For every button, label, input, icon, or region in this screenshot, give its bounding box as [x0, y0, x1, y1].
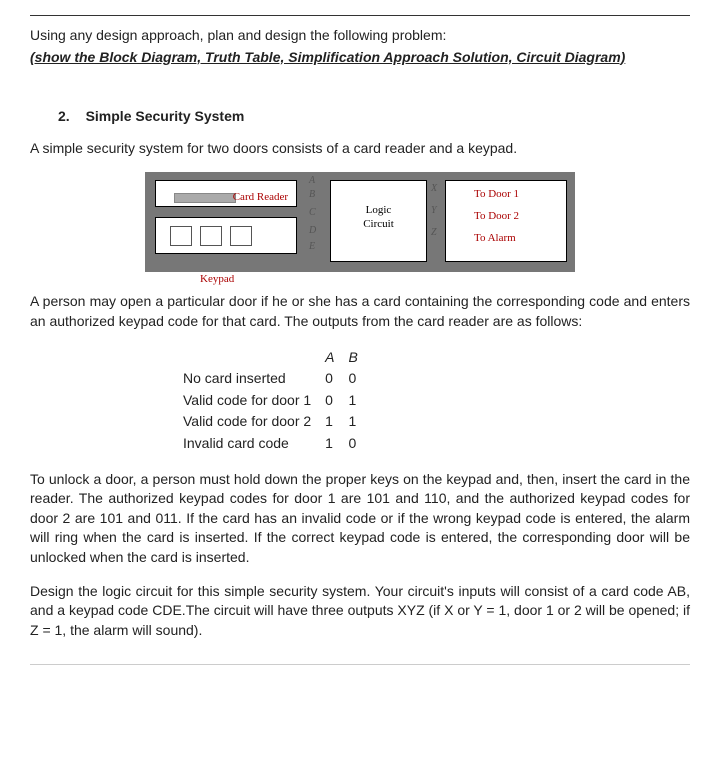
cell: 1 — [319, 412, 340, 432]
card-reader-box: Card Reader — [155, 180, 297, 207]
table-row: Invalid card code 1 0 — [177, 434, 364, 454]
table-row: A B — [177, 348, 364, 368]
key-icon — [170, 226, 192, 246]
cell: 0 — [343, 434, 364, 454]
output-alarm: To Alarm — [474, 231, 516, 246]
signal-X: X — [431, 182, 437, 196]
signal-B: B — [309, 188, 315, 202]
key-icon — [200, 226, 222, 246]
signal-C: C — [309, 206, 316, 220]
row-label: Valid code for door 2 — [177, 412, 317, 432]
intro-sentence: A simple security system for two doors c… — [30, 139, 690, 159]
row-label: Invalid card code — [177, 434, 317, 454]
cell: 1 — [343, 391, 364, 411]
keypad-label: Keypad — [200, 272, 234, 287]
paragraph-unlock: To unlock a door, a person must hold dow… — [30, 470, 690, 568]
table-row: No card inserted 0 0 — [177, 369, 364, 389]
cell: 0 — [319, 391, 340, 411]
block-diagram: Card Reader Keypad A B C D E Logic Circu… — [145, 172, 575, 272]
cell: 0 — [319, 369, 340, 389]
card-reader-label: Card Reader — [233, 185, 288, 210]
output-door1: To Door 1 — [474, 187, 519, 202]
logic-label-2: Circuit — [331, 217, 426, 232]
prompt-line-1: Using any design approach, plan and desi… — [30, 26, 690, 46]
card-slot-icon — [174, 193, 236, 203]
table-row: Valid code for door 2 1 1 — [177, 412, 364, 432]
paragraph-after-diagram: A person may open a particular door if h… — [30, 292, 690, 331]
paragraph-design: Design the logic circuit for this simple… — [30, 582, 690, 641]
key-icon — [230, 226, 252, 246]
section-heading: 2. Simple Security System — [30, 107, 690, 127]
col-B: B — [343, 348, 364, 368]
cell: 1 — [343, 412, 364, 432]
output-box: To Door 1 To Door 2 To Alarm — [445, 180, 567, 262]
footer-line — [30, 664, 690, 665]
section-title: Simple Security System — [86, 108, 245, 124]
cell: 1 — [319, 434, 340, 454]
output-door2: To Door 2 — [474, 209, 519, 224]
signal-Y: Y — [431, 204, 437, 218]
signal-Z: Z — [431, 226, 437, 240]
logic-circuit-box: Logic Circuit — [330, 180, 427, 262]
table-row: Valid code for door 1 0 1 — [177, 391, 364, 411]
section-number: 2. — [58, 108, 70, 124]
prompt-line-2: (show the Block Diagram, Truth Table, Si… — [30, 48, 690, 68]
signal-D: D — [309, 224, 316, 238]
signal-E: E — [309, 240, 315, 254]
row-label: Valid code for door 1 — [177, 391, 317, 411]
row-label: No card inserted — [177, 369, 317, 389]
keypad-box — [155, 217, 297, 254]
col-A: A — [319, 348, 340, 368]
signal-A: A — [309, 174, 315, 188]
cell: 0 — [343, 369, 364, 389]
card-code-table: A B No card inserted 0 0 Valid code for … — [175, 346, 366, 456]
